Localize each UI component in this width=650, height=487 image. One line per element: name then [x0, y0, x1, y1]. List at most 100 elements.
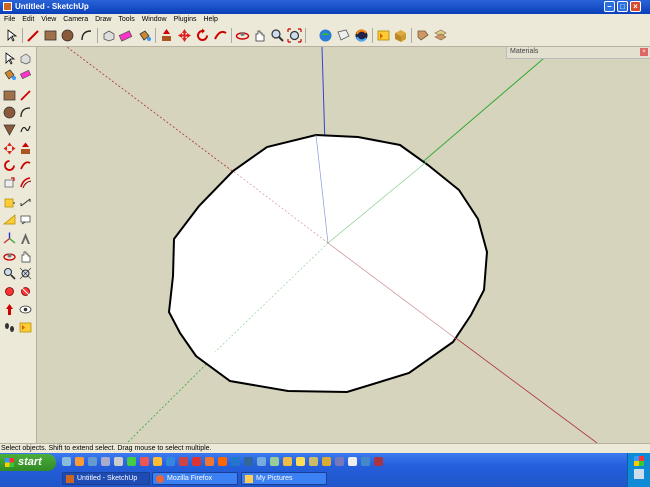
quicklaunch-icon-9[interactable] [166, 457, 175, 466]
quicklaunch-icon-17[interactable] [270, 457, 279, 466]
quicklaunch-icon-10[interactable] [179, 457, 188, 466]
look-around-icon[interactable] [19, 303, 32, 316]
quicklaunch-icon-20[interactable] [309, 457, 318, 466]
quicklaunch-icon-25[interactable] [374, 457, 383, 466]
eraser-icon[interactable] [19, 68, 32, 81]
quicklaunch-icon-21[interactable] [322, 457, 331, 466]
quicklaunch-icon-2[interactable] [75, 457, 84, 466]
quicklaunch-icon-16[interactable] [257, 457, 266, 466]
move-icon[interactable] [3, 142, 16, 155]
pan-icon[interactable] [19, 250, 32, 263]
menu-plugins[interactable]: Plugins [174, 14, 197, 25]
zoom-icon[interactable] [3, 267, 16, 280]
maximize-button[interactable]: □ [617, 1, 628, 12]
dimension-icon[interactable] [19, 196, 32, 209]
quicklaunch-icon-14[interactable] [231, 457, 240, 466]
quicklaunch-icon-5[interactable] [114, 457, 123, 466]
orbit-icon[interactable] [3, 250, 16, 263]
polygon-icon[interactable] [3, 123, 16, 136]
section-plane-icon[interactable] [19, 321, 32, 334]
follow-me-icon[interactable] [213, 28, 228, 43]
quicklaunch-icon-3[interactable] [88, 457, 97, 466]
section-plane-icon[interactable] [376, 28, 391, 43]
close-button[interactable]: × [630, 1, 641, 12]
follow-me-icon[interactable] [19, 159, 32, 172]
layers-icon[interactable] [433, 28, 448, 43]
scale-icon[interactable] [3, 176, 16, 189]
materials-panel-header[interactable]: Materials × [506, 47, 650, 59]
walk-icon[interactable] [3, 321, 16, 334]
materials-close-icon[interactable]: × [640, 48, 648, 56]
quicklaunch-icon-12[interactable] [205, 457, 214, 466]
zoom-window-icon[interactable] [19, 267, 32, 280]
quicklaunch-icon-18[interactable] [283, 457, 292, 466]
3d-text-icon[interactable] [19, 232, 32, 245]
task-firefox[interactable]: Mozilla Firefox [152, 472, 238, 485]
task-sketchup[interactable]: Untitled - SketchUp [62, 472, 150, 485]
axes-icon[interactable] [3, 232, 16, 245]
minimize-button[interactable]: – [604, 1, 615, 12]
rotate-icon[interactable] [3, 159, 16, 172]
google-earth-icon[interactable] [354, 28, 369, 43]
push-pull-icon[interactable] [159, 28, 174, 43]
menu-window[interactable]: Window [142, 14, 167, 25]
menu-file[interactable]: File [4, 14, 15, 25]
rectangle-icon[interactable] [43, 28, 58, 43]
arc-icon[interactable] [79, 28, 94, 43]
quicklaunch-icon-1[interactable] [62, 457, 71, 466]
freehand-icon[interactable] [19, 123, 32, 136]
paint-bucket-icon[interactable] [137, 28, 152, 43]
quicklaunch-icon-15[interactable] [244, 457, 253, 466]
quicklaunch-icon-11[interactable] [192, 457, 201, 466]
start-button[interactable]: start [0, 454, 56, 471]
zoom-extents-icon[interactable] [287, 28, 302, 43]
quicklaunch-icon-8[interactable] [153, 457, 162, 466]
orbit-icon[interactable] [235, 28, 250, 43]
quicklaunch-icon-22[interactable] [335, 457, 344, 466]
scene-canvas[interactable] [37, 47, 650, 443]
menu-view[interactable]: View [41, 14, 56, 25]
circle-icon[interactable] [60, 28, 75, 43]
rectangle-icon[interactable] [3, 89, 16, 102]
zoom-icon[interactable] [270, 28, 285, 43]
position-camera-icon[interactable] [3, 303, 16, 316]
quicklaunch-icon-7[interactable] [140, 457, 149, 466]
tape-measure-icon[interactable] [3, 196, 16, 209]
select-arrow-icon[interactable] [4, 28, 19, 43]
quicklaunch-icon-24[interactable] [361, 457, 370, 466]
eraser-icon[interactable] [118, 28, 133, 43]
menu-help[interactable]: Help [203, 14, 217, 25]
text-icon[interactable] [19, 213, 32, 226]
pan-icon[interactable] [252, 28, 267, 43]
drawing-viewport[interactable]: Materials × [37, 47, 650, 443]
quicklaunch-icon-19[interactable] [296, 457, 305, 466]
move-icon[interactable] [177, 28, 192, 43]
sketchup-app-icon[interactable] [3, 2, 12, 11]
push-pull-icon[interactable] [19, 142, 32, 155]
circle-icon[interactable] [3, 106, 16, 119]
share-model-icon[interactable] [336, 28, 351, 43]
make-component-icon[interactable] [19, 52, 32, 65]
circle-face[interactable] [167, 133, 489, 394]
tray-icon-2[interactable] [634, 469, 644, 479]
arc-icon[interactable] [19, 106, 32, 119]
offset-icon[interactable] [19, 176, 32, 189]
menu-tools[interactable]: Tools [118, 14, 134, 25]
task-my-pictures[interactable]: My Pictures [241, 472, 327, 485]
previous-view-icon[interactable] [19, 285, 32, 298]
protractor-icon[interactable] [3, 213, 16, 226]
pencil-line-icon[interactable] [26, 28, 41, 43]
rotate-icon[interactable] [195, 28, 210, 43]
quicklaunch-icon-6[interactable] [127, 457, 136, 466]
select-icon[interactable] [3, 52, 16, 65]
components-icon[interactable] [393, 28, 408, 43]
quicklaunch-icon-4[interactable] [101, 457, 110, 466]
quicklaunch-icon-13[interactable] [218, 457, 227, 466]
make-component-icon[interactable] [101, 28, 116, 43]
tray-icon[interactable] [634, 456, 644, 466]
zoom-extents-icon[interactable] [3, 285, 16, 298]
paint-bucket-icon[interactable] [3, 68, 16, 81]
materials-icon[interactable] [415, 28, 430, 43]
get-models-icon[interactable] [318, 28, 333, 43]
line-icon[interactable] [19, 89, 32, 102]
